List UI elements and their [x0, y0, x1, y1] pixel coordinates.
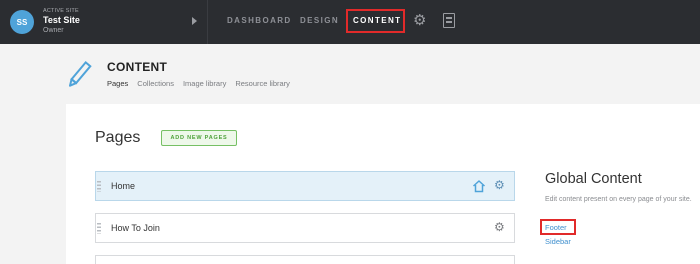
page-settings-gear-icon[interactable]: ⚙	[494, 177, 505, 193]
page-label[interactable]: How To Join	[111, 223, 160, 233]
global-content-heading: Global Content	[545, 171, 642, 187]
active-site-label: ACTIVE SITE	[43, 8, 79, 14]
top-bar: SS ACTIVE SITE Test Site Owner DASHBOARD…	[0, 0, 700, 44]
add-new-pages-button[interactable]: ADD NEW PAGES	[161, 130, 237, 146]
nav-design[interactable]: DESIGN	[300, 16, 339, 25]
site-role: Owner	[43, 27, 64, 34]
drag-handle-icon[interactable]	[97, 181, 101, 192]
tab-pages[interactable]: Pages	[107, 79, 128, 88]
footer-highlight-box	[540, 219, 576, 235]
page-row[interactable]	[95, 255, 515, 264]
pencil-icon	[69, 60, 92, 87]
site-name[interactable]: Test Site	[43, 15, 80, 25]
site-avatar[interactable]: SS	[10, 10, 34, 34]
page-settings-gear-icon[interactable]: ⚙	[494, 219, 505, 235]
home-icon	[472, 180, 486, 193]
site-switcher[interactable]: SS ACTIVE SITE Test Site Owner	[0, 0, 208, 44]
pages-heading: Pages	[95, 129, 141, 146]
tab-image-library[interactable]: Image library	[183, 79, 226, 88]
page-label[interactable]: Home	[111, 181, 135, 191]
page-row-home[interactable]: Home ⚙	[95, 171, 515, 201]
page-title: CONTENT	[107, 60, 168, 74]
nav-dashboard[interactable]: DASHBOARD	[227, 16, 292, 25]
global-content-description: Edit content present on every page of yo…	[545, 196, 692, 203]
sidebar-link[interactable]: Sidebar	[545, 237, 571, 246]
content-sub-tabs: Pages Collections Image library Resource…	[107, 79, 290, 88]
page-row-how-to-join[interactable]: How To Join ⚙	[95, 213, 515, 243]
tab-resource-library[interactable]: Resource library	[235, 79, 290, 88]
caret-right-icon[interactable]	[192, 17, 197, 25]
drag-handle-icon[interactable]	[97, 223, 101, 234]
tab-collections[interactable]: Collections	[137, 79, 174, 88]
document-icon[interactable]	[443, 13, 455, 28]
content-highlight-box	[346, 9, 405, 33]
settings-gear-icon[interactable]: ⚙	[413, 12, 429, 30]
